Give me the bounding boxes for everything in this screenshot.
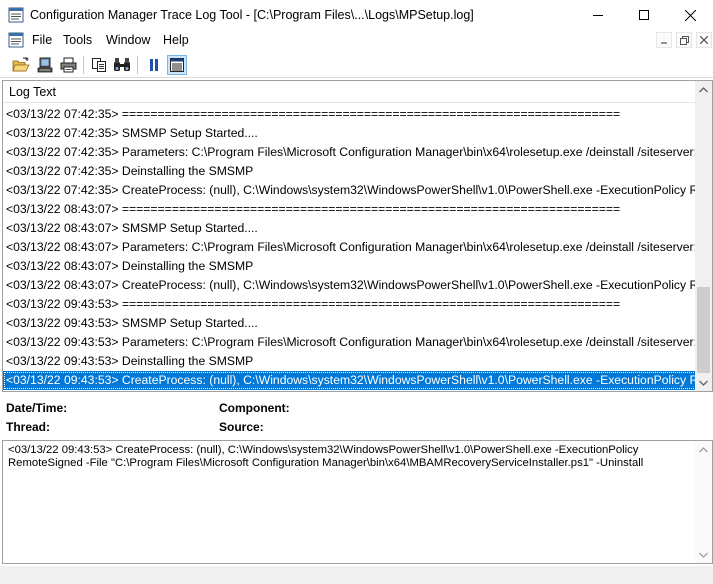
scroll-down-icon[interactable] — [695, 374, 712, 391]
scroll-up-icon[interactable] — [695, 81, 712, 98]
copy-button[interactable] — [89, 55, 109, 75]
menu-bar: File Tools Window Help — [0, 30, 713, 50]
log-row[interactable]: <03/13/22 07:42:35> Deinstalling the SMS… — [3, 162, 697, 181]
title-bar[interactable]: Configuration Manager Trace Log Tool - [… — [0, 0, 713, 30]
close-button[interactable] — [667, 0, 713, 30]
print-button[interactable] — [58, 55, 78, 75]
scroll-down-icon[interactable] — [695, 546, 712, 563]
log-text-column-header[interactable]: Log Text — [3, 81, 697, 103]
log-row[interactable]: <03/13/22 09:43:53> ====================… — [3, 295, 697, 314]
log-row[interactable]: <03/13/22 09:43:53> SMSMP Setup Started.… — [3, 314, 697, 333]
minimize-icon — [593, 15, 603, 16]
menu-file[interactable]: File — [32, 33, 52, 47]
print-icon — [60, 57, 76, 73]
log-list[interactable]: Log Text <03/13/22 07:42:35> ===========… — [2, 80, 713, 392]
computer-icon — [37, 57, 53, 73]
details-pane-button[interactable] — [167, 55, 187, 75]
copy-icon — [92, 58, 106, 72]
scroll-up-icon[interactable] — [695, 441, 712, 458]
thread-label: Thread: — [6, 420, 51, 434]
close-icon — [700, 36, 708, 44]
source-label: Source: — [219, 420, 264, 434]
find-button[interactable] — [112, 55, 132, 75]
datetime-label: Date/Time: — [6, 401, 68, 415]
open-button[interactable] — [11, 55, 31, 75]
message-text[interactable]: <03/13/22 09:43:53> CreateProcess: (null… — [8, 444, 688, 470]
log-row[interactable]: <03/13/22 07:42:35> CreateProcess: (null… — [3, 181, 697, 200]
child-restore-button[interactable] — [676, 32, 692, 48]
message-pane[interactable]: <03/13/22 09:43:53> CreateProcess: (null… — [2, 440, 713, 564]
close-icon — [684, 9, 696, 21]
log-row[interactable]: <03/13/22 07:42:35> Parameters: C:\Progr… — [3, 143, 697, 162]
open-folder-icon — [12, 57, 30, 72]
pause-button[interactable] — [144, 55, 164, 75]
document-icon[interactable] — [8, 32, 24, 48]
log-row[interactable]: <03/13/22 08:43:07> CreateProcess: (null… — [3, 276, 697, 295]
menu-help[interactable]: Help — [163, 33, 189, 47]
log-row[interactable]: <03/13/22 09:43:53> Deinstalling the SMS… — [3, 352, 697, 371]
toolbar-separator — [83, 56, 84, 74]
toolbar-separator — [137, 56, 138, 74]
details-panel: Date/Time: Component: Thread: Source: — [0, 394, 713, 438]
app-icon — [8, 7, 24, 23]
maximize-button[interactable] — [621, 0, 667, 30]
log-row[interactable]: <03/13/22 07:42:35> SMSMP Setup Started.… — [3, 124, 697, 143]
menu-tools[interactable]: Tools — [63, 33, 92, 47]
open-remote-button[interactable] — [35, 55, 55, 75]
message-scrollbar[interactable] — [695, 441, 712, 563]
details-pane-icon — [170, 58, 184, 72]
vertical-scrollbar[interactable] — [695, 81, 712, 391]
status-bar — [0, 566, 713, 584]
menu-window[interactable]: Window — [106, 33, 150, 47]
log-rows: <03/13/22 07:42:35> ====================… — [3, 105, 697, 390]
child-close-button[interactable] — [696, 32, 712, 48]
component-label: Component: — [219, 401, 290, 415]
scrollbar-thumb[interactable] — [697, 287, 710, 373]
find-icon — [114, 58, 130, 71]
log-row-selected[interactable]: <03/13/22 09:43:53> CreateProcess: (null… — [3, 371, 697, 390]
pause-icon — [150, 59, 158, 71]
log-row[interactable]: <03/13/22 09:43:53> Parameters: C:\Progr… — [3, 333, 697, 352]
log-row[interactable]: <03/13/22 08:43:07> Parameters: C:\Progr… — [3, 238, 697, 257]
child-minimize-button[interactable] — [656, 32, 672, 48]
toolbar — [0, 52, 713, 78]
log-row[interactable]: <03/13/22 08:43:07> Deinstalling the SMS… — [3, 257, 697, 276]
log-row[interactable]: <03/13/22 08:43:07> SMSMP Setup Started.… — [3, 219, 697, 238]
column-header-label: Log Text — [9, 85, 57, 99]
minimize-icon — [661, 42, 667, 44]
window-title: Configuration Manager Trace Log Tool - [… — [30, 8, 474, 22]
maximize-icon — [639, 10, 649, 20]
log-row[interactable]: <03/13/22 08:43:07> ====================… — [3, 200, 697, 219]
restore-icon — [679, 35, 689, 45]
minimize-button[interactable] — [575, 0, 621, 30]
log-row[interactable]: <03/13/22 07:42:35> ====================… — [3, 105, 697, 124]
